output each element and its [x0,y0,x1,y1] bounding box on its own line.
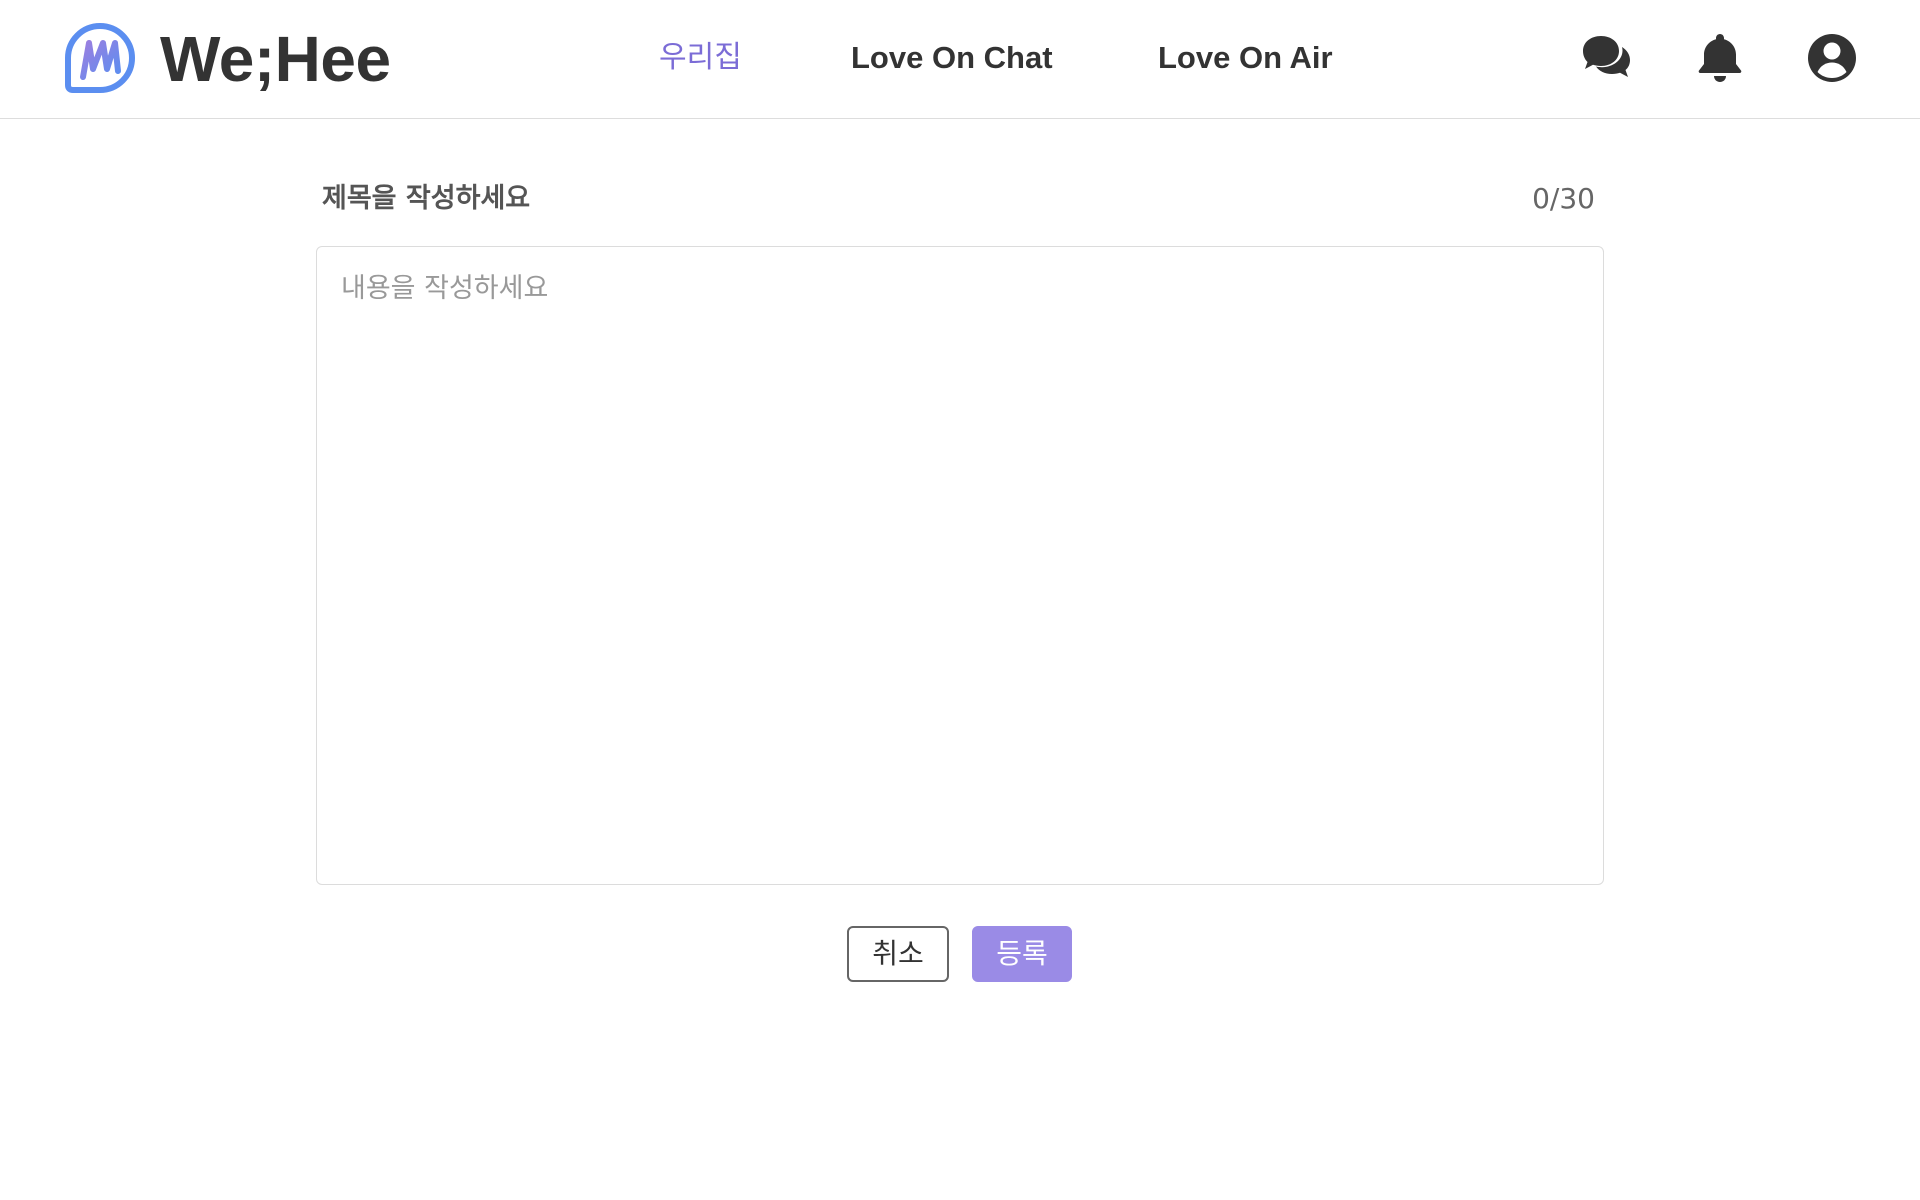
cancel-button[interactable]: 취소 [847,926,949,982]
submit-button[interactable]: 등록 [972,926,1072,982]
wehee-logo-icon[interactable] [63,21,137,95]
title-input[interactable] [320,174,1500,222]
top-header: We;Hee 우리집 Love On Chat Love On Air [0,0,1920,119]
chat-icon[interactable] [1579,31,1633,85]
content-box[interactable] [316,246,1604,885]
title-char-counter: 0/30 [1532,182,1595,215]
nav-love-on-chat[interactable]: Love On Chat [851,38,1053,78]
nav-love-on-air[interactable]: Love On Air [1158,38,1333,78]
nav-our-home[interactable]: 우리집 [659,38,742,78]
brand-name[interactable]: We;Hee [160,24,391,94]
user-icon[interactable] [1805,31,1859,85]
bell-icon[interactable] [1693,31,1747,85]
content-textarea[interactable] [317,247,1603,884]
